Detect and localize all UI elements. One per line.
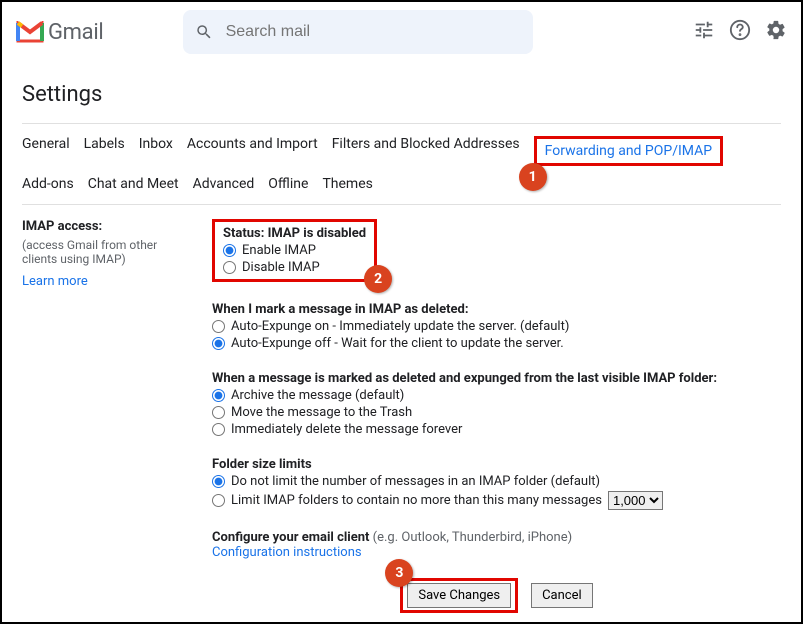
radio-no-limit-label: Do not limit the number of messages in a… — [231, 474, 600, 489]
app-name: Gmail — [48, 20, 103, 45]
radio-delete-forever[interactable]: Immediately delete the message forever — [212, 422, 781, 437]
radio-expunge-on-label: Auto-Expunge on - Immediately update the… — [231, 319, 569, 334]
imap-access-sub: (access Gmail from other clients using I… — [22, 238, 182, 266]
radio-expunge-off[interactable]: Auto-Expunge off - Wait for the client t… — [212, 336, 781, 351]
help-icon[interactable] — [729, 19, 751, 45]
callout-1-box: Forwarding and POP/IMAP 1 — [534, 136, 723, 166]
callout-2-badge: 2 — [364, 265, 392, 293]
gmail-logo: Gmail — [16, 20, 103, 45]
tab-accounts[interactable]: Accounts and Import — [187, 136, 318, 166]
radio-enable-label: Enable IMAP — [242, 243, 316, 258]
radio-no-limit-input[interactable] — [212, 475, 225, 488]
gear-icon[interactable] — [765, 19, 787, 45]
folder-limits-title: Folder size limits — [212, 457, 781, 472]
tune-icon[interactable] — [693, 19, 715, 45]
radio-archive-label: Archive the message (default) — [231, 388, 404, 403]
radio-no-limit[interactable]: Do not limit the number of messages in a… — [212, 474, 781, 489]
deleted-title: When I mark a message in IMAP as deleted… — [212, 302, 781, 317]
radio-trash-input[interactable] — [212, 406, 225, 419]
radio-expunge-on[interactable]: Auto-Expunge on - Immediately update the… — [212, 319, 781, 334]
configuration-link[interactable]: Configuration instructions — [212, 545, 781, 560]
radio-archive-input[interactable] — [212, 389, 225, 402]
tab-offline[interactable]: Offline — [268, 176, 308, 192]
tab-chat[interactable]: Chat and Meet — [88, 176, 179, 192]
tab-addons[interactable]: Add-ons — [22, 176, 74, 192]
tab-forwarding[interactable]: Forwarding and POP/IMAP — [545, 143, 712, 159]
tab-filters[interactable]: Filters and Blocked Addresses — [332, 136, 520, 166]
radio-enable-imap[interactable]: Enable IMAP — [223, 243, 366, 258]
search-bar[interactable] — [183, 10, 533, 54]
radio-expunge-off-label: Auto-Expunge off - Wait for the client t… — [231, 336, 564, 351]
page-title: Settings — [22, 72, 781, 123]
configure-sub: (e.g. Outlook, Thunderbird, iPhone) — [369, 530, 572, 545]
radio-delete-label: Immediately delete the message forever — [231, 422, 462, 437]
tab-labels[interactable]: Labels — [84, 136, 125, 166]
radio-archive[interactable]: Archive the message (default) — [212, 388, 781, 403]
callout-2-box: Status: IMAP is disabled Enable IMAP Dis… — [212, 219, 377, 282]
callout-1-badge: 1 — [519, 163, 547, 191]
tab-themes[interactable]: Themes — [322, 176, 372, 192]
radio-trash[interactable]: Move the message to the Trash — [212, 405, 781, 420]
expunged-title: When a message is marked as deleted and … — [212, 371, 781, 386]
callout-3-box: Save Changes 3 — [400, 578, 518, 613]
top-bar: Gmail — [2, 2, 801, 62]
tab-advanced[interactable]: Advanced — [193, 176, 255, 192]
radio-disable-imap[interactable]: Disable IMAP — [223, 260, 366, 275]
search-input[interactable] — [226, 23, 522, 41]
settings-tabs: General Labels Inbox Accounts and Import… — [22, 130, 781, 198]
tab-general[interactable]: General — [22, 136, 70, 166]
radio-enable-imap-input[interactable] — [223, 244, 236, 257]
search-icon — [195, 22, 213, 42]
learn-more-link[interactable]: Learn more — [22, 274, 182, 289]
radio-disable-imap-input[interactable] — [223, 261, 236, 274]
imap-access-title: IMAP access: — [22, 219, 182, 234]
limit-select[interactable]: 1,000 — [608, 491, 663, 510]
gmail-icon — [16, 21, 44, 43]
radio-expunge-off-input[interactable] — [212, 337, 225, 350]
radio-expunge-on-input[interactable] — [212, 320, 225, 333]
radio-limit-label: Limit IMAP folders to contain no more th… — [231, 493, 602, 508]
save-button[interactable]: Save Changes — [407, 583, 511, 608]
radio-limit-input[interactable] — [212, 494, 225, 507]
cancel-button[interactable]: Cancel — [531, 583, 593, 608]
radio-trash-label: Move the message to the Trash — [231, 405, 412, 420]
radio-limit[interactable]: Limit IMAP folders to contain no more th… — [212, 491, 781, 510]
radio-disable-label: Disable IMAP — [242, 260, 320, 275]
imap-status-title: Status: IMAP is disabled — [223, 226, 366, 241]
radio-delete-input[interactable] — [212, 423, 225, 436]
configure-title: Configure your email client — [212, 530, 369, 545]
tab-inbox[interactable]: Inbox — [139, 136, 173, 166]
